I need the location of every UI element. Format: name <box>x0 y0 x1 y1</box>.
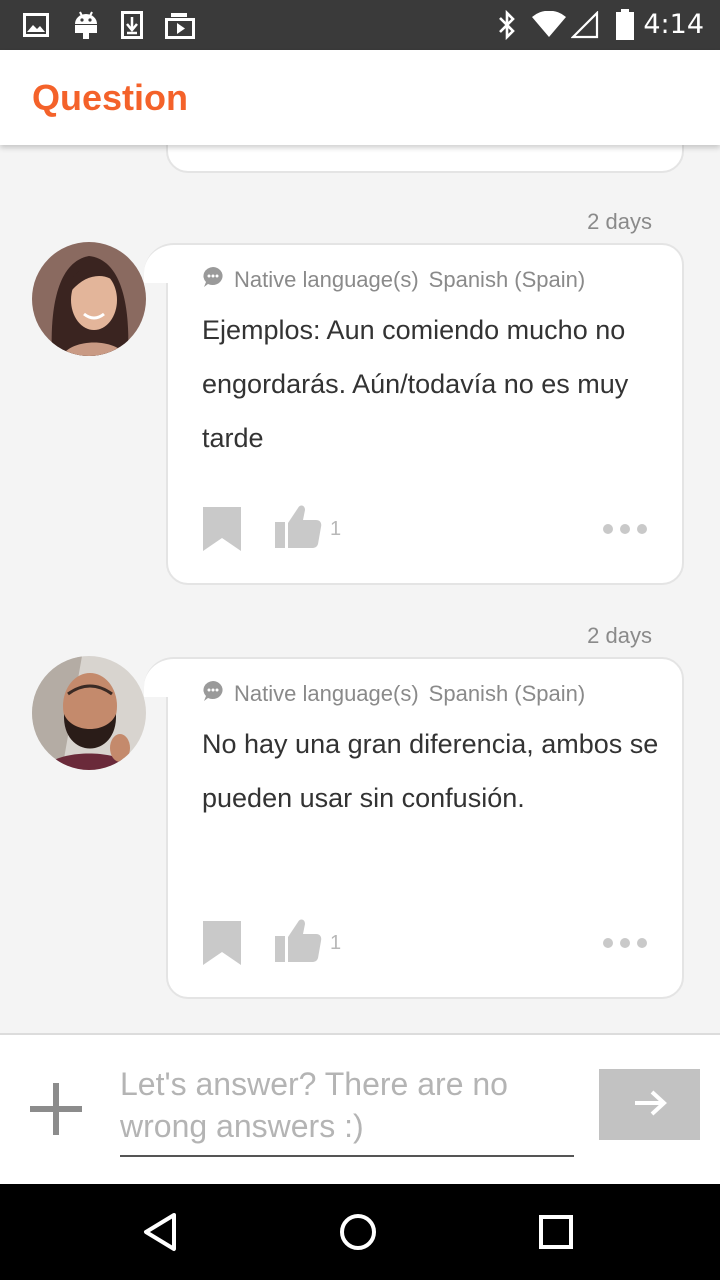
arrow-right-icon <box>633 1090 667 1119</box>
previous-card <box>166 145 684 173</box>
like-button[interactable]: 1 <box>274 919 341 967</box>
answers-feed[interactable]: 2 days Native language(s) Spanish (Spain… <box>0 145 720 1033</box>
thumbs-up-icon <box>274 504 322 555</box>
answer-time: 2 days <box>587 209 652 234</box>
plus-icon[interactable] <box>30 1083 82 1135</box>
bookmark-icon[interactable] <box>202 505 242 558</box>
more-options-icon[interactable] <box>602 505 648 553</box>
native-language-label: Native language(s) <box>234 267 419 292</box>
answer-composer <box>0 1033 720 1184</box>
native-language-row: Native language(s) Spanish (Spain) <box>202 679 585 709</box>
download-icon <box>120 0 144 50</box>
navigation-bar <box>0 1184 720 1280</box>
clock: 4:14 <box>643 9 704 40</box>
answer-text: Ejemplos: Aun comiendo mucho no engordar… <box>202 315 629 453</box>
answer-text: No hay una gran diferencia, ambos se pue… <box>202 729 659 813</box>
answer-time: 2 days <box>587 623 652 648</box>
signal-icon <box>570 0 600 50</box>
answer-actions: 1 <box>202 919 648 967</box>
answer-input[interactable] <box>120 1063 574 1157</box>
more-options-icon[interactable] <box>602 919 648 967</box>
answer-card: Native language(s) Spanish (Spain) Ejemp… <box>144 243 684 585</box>
recents-icon[interactable] <box>496 1184 616 1280</box>
like-button[interactable]: 1 <box>274 505 341 553</box>
image-icon <box>22 0 50 50</box>
media-icon <box>164 0 196 50</box>
page-title: Question <box>32 77 189 118</box>
status-bar: 4:14 <box>0 0 720 50</box>
avatar[interactable] <box>32 242 146 356</box>
thumbs-up-icon <box>274 918 322 969</box>
like-count: 1 <box>330 931 342 954</box>
native-language-label: Native language(s) <box>234 681 419 706</box>
back-icon[interactable] <box>100 1184 220 1280</box>
chat-bubble-icon <box>202 266 224 294</box>
wifi-icon <box>530 0 568 50</box>
native-language-value: Spanish (Spain) <box>428 681 586 706</box>
chat-bubble-icon <box>202 680 224 708</box>
native-language-row: Native language(s) Spanish (Spain) <box>202 265 585 295</box>
avatar[interactable] <box>32 656 146 770</box>
bluetooth-icon <box>496 0 518 50</box>
battery-icon <box>613 0 637 50</box>
android-icon <box>72 0 100 50</box>
app-bar: Question <box>0 50 720 145</box>
send-button[interactable] <box>599 1069 700 1140</box>
answer-card: Native language(s) Spanish (Spain) No ha… <box>144 657 684 999</box>
home-icon[interactable] <box>298 1184 418 1280</box>
answer-actions: 1 <box>202 505 648 553</box>
like-count: 1 <box>330 517 342 540</box>
native-language-value: Spanish (Spain) <box>428 267 586 292</box>
bookmark-icon[interactable] <box>202 919 242 972</box>
